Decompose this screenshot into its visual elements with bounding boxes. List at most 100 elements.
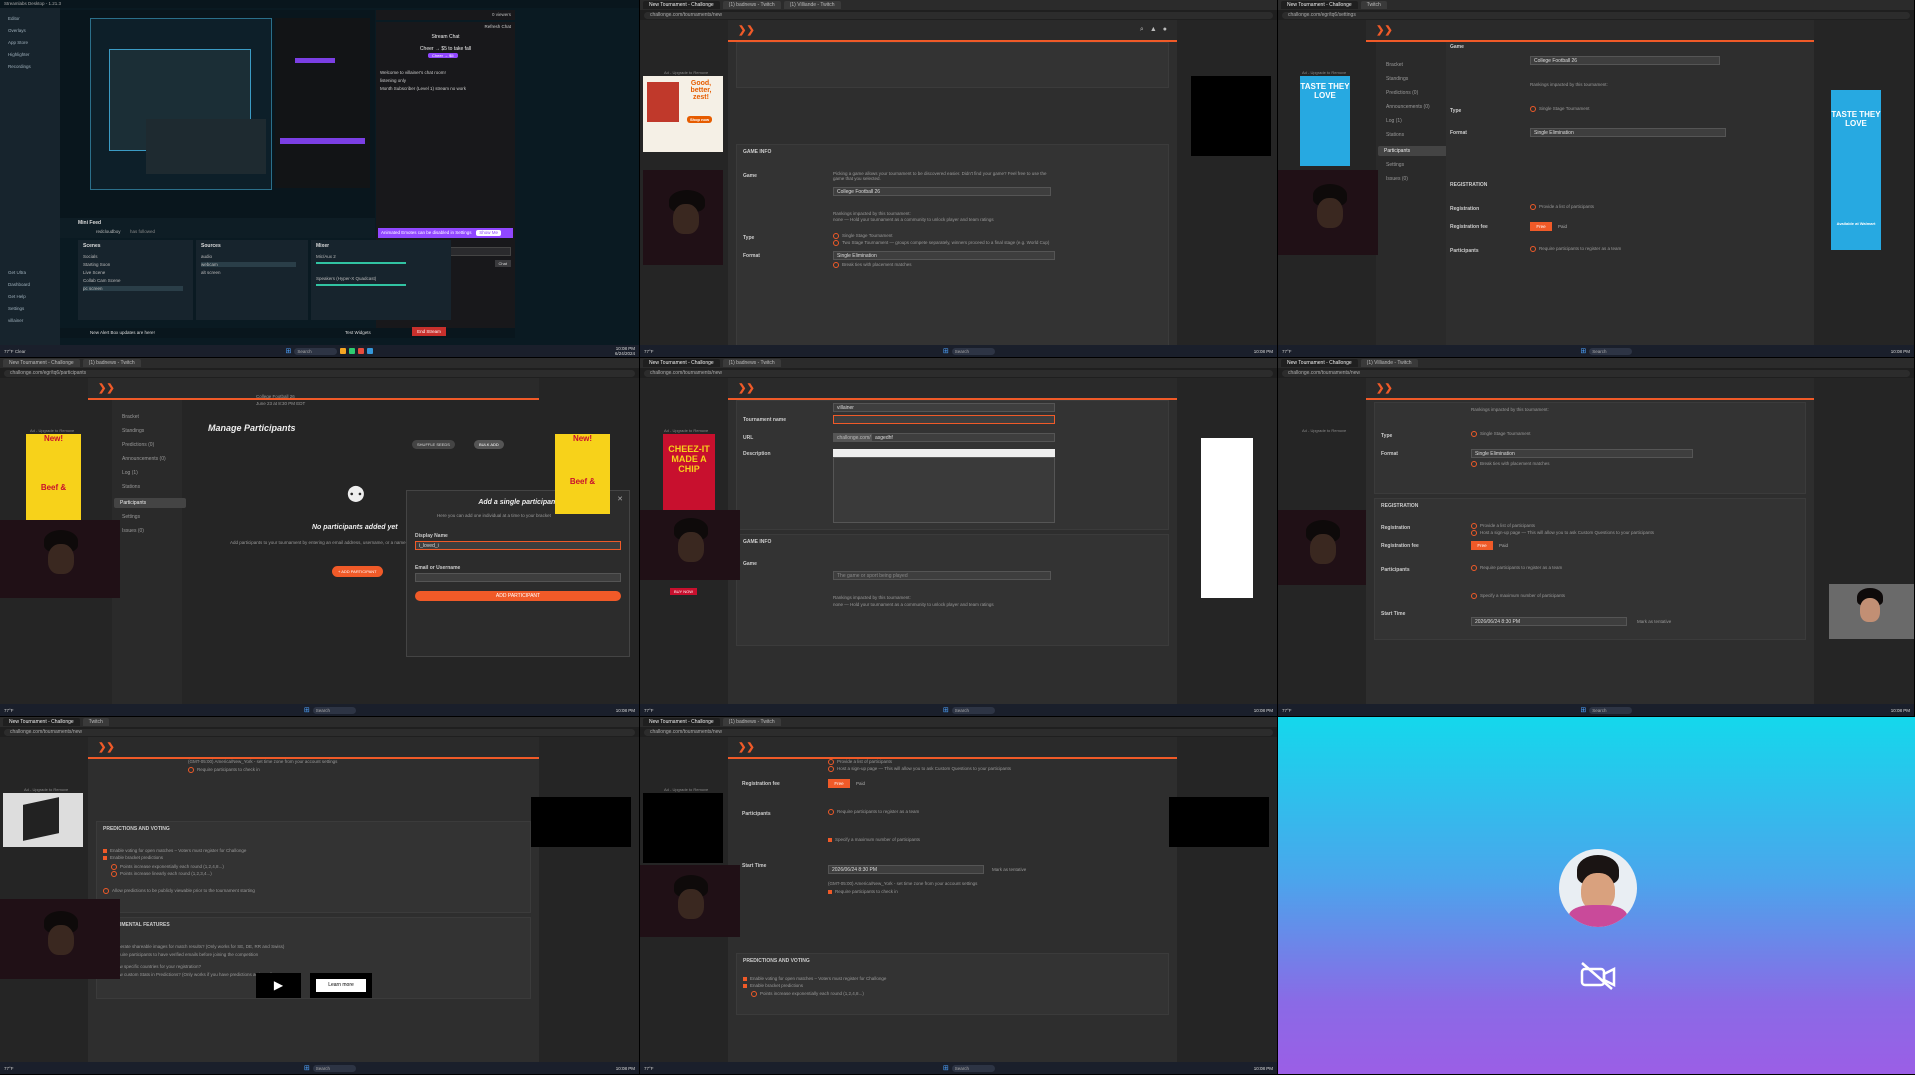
windows-start-icon[interactable]: ⊞ xyxy=(286,347,292,355)
clock-time[interactable]: 10:08 PM xyxy=(616,1066,635,1071)
reg-signup-radio[interactable]: Host a sign-up page — This will allow yo… xyxy=(1471,530,1654,536)
ad-buy-button[interactable]: BUY NOW xyxy=(670,588,698,595)
nav-issues[interactable]: Issues (0) xyxy=(1386,176,1408,182)
refresh-chat-button[interactable]: Refresh Chat xyxy=(484,24,511,29)
scene-item[interactable]: Starting Soon xyxy=(83,262,110,267)
max-participants-checkbox[interactable]: Specify a maximum number of participants xyxy=(1471,593,1565,599)
sidebar-item-recordings[interactable]: Recordings xyxy=(8,64,31,69)
fee-paid-button[interactable]: Paid xyxy=(856,781,865,786)
ad-banner-right[interactable]: TASTE THEY LOVE Available at Walmart xyxy=(1831,90,1881,250)
tournament-name-input[interactable] xyxy=(833,415,1055,424)
scene-item[interactable]: Socials xyxy=(83,254,98,259)
pred-voting-checkbox[interactable]: Enable voting for open matches – Voters … xyxy=(103,848,246,853)
ad-banner-right[interactable] xyxy=(1201,438,1253,598)
modal-add-button[interactable]: ADD PARTICIPANT xyxy=(415,591,621,601)
type-single-radio[interactable]: Single Stage Tournament xyxy=(1471,431,1530,437)
reg-signup-radio[interactable]: Host a sign-up page — This will allow yo… xyxy=(828,766,1011,772)
taskbar-search[interactable]: Search xyxy=(312,706,356,714)
challonge-logo-icon[interactable]: ❯❯ xyxy=(1376,383,1393,394)
nav-log[interactable]: Log (1) xyxy=(1386,118,1402,124)
clock-time[interactable]: 10:08 PM xyxy=(616,708,635,713)
taskbar-search[interactable]: Search xyxy=(951,706,995,714)
bulk-add-button[interactable]: BULK ADD xyxy=(474,440,504,449)
reg-list-radio[interactable]: Provide a list of participants xyxy=(1530,204,1594,210)
fee-free-button[interactable]: Free xyxy=(1471,541,1493,550)
challonge-logo-icon[interactable]: ❯❯ xyxy=(738,25,755,36)
clock-time[interactable]: 10:08 PM xyxy=(1891,708,1910,713)
rich-text-toolbar[interactable] xyxy=(833,449,1055,457)
url-slug-input[interactable]: asgedhf xyxy=(871,433,1055,442)
windows-start-icon[interactable]: ⊞ xyxy=(304,706,310,714)
fee-free-button[interactable]: Free xyxy=(1530,222,1552,231)
browser-tab[interactable]: New Tournament - Challonge xyxy=(3,718,80,726)
search-icon[interactable]: ⌕ xyxy=(1140,26,1144,34)
pred-lin-radio[interactable]: Points increase linearly each round (1,2… xyxy=(111,871,212,877)
ad-banner-right[interactable] xyxy=(1169,797,1269,847)
email-input[interactable] xyxy=(415,573,621,582)
reg-list-radio[interactable]: Provide a list of participants xyxy=(828,759,892,765)
challonge-logo-icon[interactable]: ❯❯ xyxy=(1376,25,1393,36)
mixer-slider[interactable] xyxy=(316,262,406,264)
ad-banner-left[interactable] xyxy=(3,793,83,847)
source-item[interactable]: audio xyxy=(201,254,212,259)
scene-item[interactable]: Collab Cam Scene xyxy=(83,278,121,283)
pred-public-checkbox[interactable]: Allow predictions to be publicly viewabl… xyxy=(103,888,255,894)
browser-tab[interactable]: New Tournament - Challonge xyxy=(643,1,720,9)
scene-canvas[interactable] xyxy=(90,18,272,190)
nav-settings[interactable]: Settings xyxy=(122,514,140,520)
pred-bracket-checkbox[interactable]: Enable bracket predictions xyxy=(103,855,163,860)
start-time-input[interactable]: 2026/06/24 8:30 PM xyxy=(828,865,984,874)
pred-exp-radio[interactable]: Points increase exponentially each round… xyxy=(111,864,224,870)
ad-banner-left[interactable]: Good, better, zest! Shop now xyxy=(643,76,723,152)
break-ties-checkbox[interactable]: Break ties with placement matches xyxy=(833,262,912,268)
game-input[interactable]: College Football 26 xyxy=(833,187,1051,196)
sidebar-item-highlighter[interactable]: Highlighter xyxy=(8,52,30,57)
team-checkbox[interactable]: Require participants to register as a te… xyxy=(1530,246,1621,252)
app-icon[interactable] xyxy=(358,348,365,354)
url-input[interactable]: challonge.com/egr/tq6/settings xyxy=(1282,11,1910,19)
browser-tab[interactable]: New Tournament - Challonge xyxy=(643,359,720,367)
windows-start-icon[interactable]: ⊞ xyxy=(1580,706,1586,714)
ad-banner-right[interactable] xyxy=(1191,76,1271,156)
bell-icon[interactable]: ▲ xyxy=(1150,26,1157,34)
nav-bracket[interactable]: Bracket xyxy=(122,414,139,420)
browser-tab[interactable]: Twitch xyxy=(82,718,109,726)
checkin-checkbox[interactable]: Require participants to check in xyxy=(828,889,898,894)
pred-exp-radio[interactable]: Points increase exponentially each round… xyxy=(751,991,864,997)
scene-item[interactable]: Live Scene xyxy=(83,270,105,275)
browser-tab[interactable]: (1) badnews - Twitch xyxy=(722,718,781,726)
test-widgets-button[interactable]: Test Widgets xyxy=(345,330,371,335)
nav-settings[interactable]: Settings xyxy=(1386,162,1404,168)
browser-tab[interactable]: New Tournament - Challonge xyxy=(3,359,80,367)
nav-bracket[interactable]: Bracket xyxy=(1386,62,1403,68)
chat-send-button[interactable]: Chat xyxy=(494,260,511,267)
weather-temp[interactable]: 77°F xyxy=(4,1066,44,1071)
ad-cta-button[interactable]: Shop now xyxy=(687,116,713,123)
ad-banner-left[interactable]: New! Beef & xyxy=(26,434,81,524)
source-item-active[interactable]: webcam xyxy=(201,262,296,267)
url-input[interactable]: challonge.com/tournaments/new xyxy=(1282,369,1910,377)
game-input[interactable]: College Football 26 xyxy=(1530,56,1720,65)
nav-standings[interactable]: Standings xyxy=(122,428,144,434)
url-input[interactable]: challonge.com/tournaments/new xyxy=(4,728,635,736)
format-select[interactable]: Single Elimination xyxy=(833,251,1055,260)
windows-start-icon[interactable]: ⊞ xyxy=(304,1064,310,1072)
avatar[interactable]: ● xyxy=(1163,26,1167,34)
cheer-button[interactable]: Cheer → $5 xyxy=(428,53,458,58)
browser-tab[interactable]: Twitch xyxy=(1360,1,1387,9)
weather-temp[interactable]: 77°F xyxy=(644,1066,684,1071)
app-icon[interactable] xyxy=(367,348,374,354)
file-explorer-icon[interactable] xyxy=(340,348,347,354)
exp-stats-checkbox[interactable]: Allow custom Stats in Predictions? (Only… xyxy=(103,972,273,978)
weather-temp[interactable]: 77°F xyxy=(1282,708,1322,713)
nav-announcements[interactable]: Announcements (0) xyxy=(122,456,166,462)
sidebar-item-editor[interactable]: Editor xyxy=(8,16,20,21)
nav-standings[interactable]: Standings xyxy=(1386,76,1408,82)
taskbar-search[interactable]: Search xyxy=(951,347,995,355)
taskbar-search[interactable]: Search xyxy=(1589,706,1633,714)
taskbar-search[interactable]: Search xyxy=(312,1064,356,1072)
url-input[interactable]: challonge.com/egr/tq6/participants xyxy=(4,369,635,377)
display-name-input[interactable]: i_loved_i xyxy=(415,541,621,550)
nav-participants[interactable]: Participants xyxy=(1378,146,1450,156)
camera-off-icon[interactable] xyxy=(1578,961,1618,991)
